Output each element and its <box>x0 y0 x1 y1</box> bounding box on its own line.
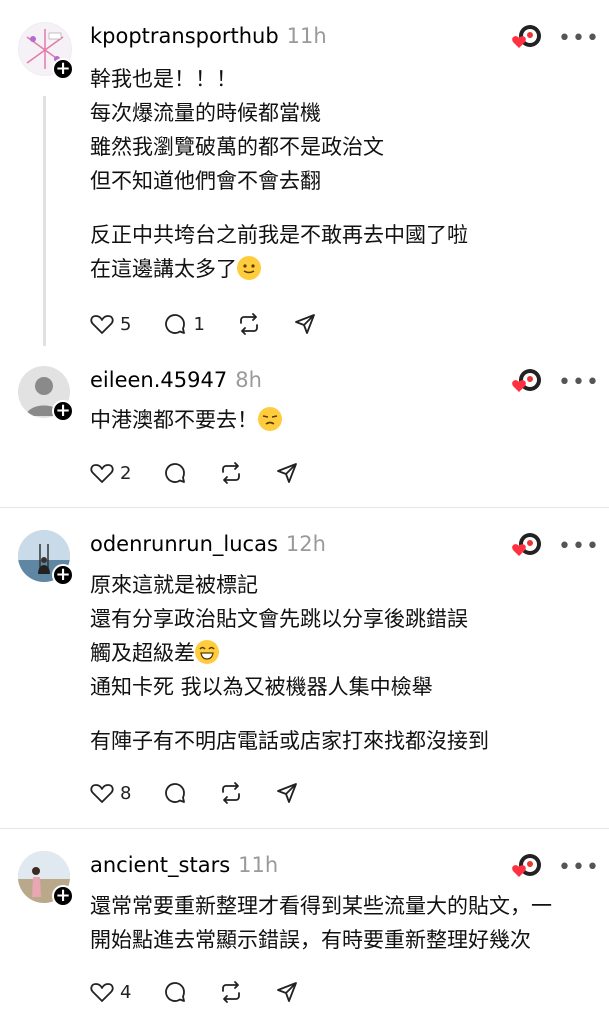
post-line-text: 觸及超級差 <box>90 641 195 665</box>
username[interactable]: ancient_stars <box>90 853 230 877</box>
reaction-icon[interactable] <box>510 366 544 396</box>
heart-icon <box>90 464 114 483</box>
share-button[interactable] <box>275 461 299 485</box>
post-eileen: + eileen.45947 8h ••• 中港澳都不要去！ 2 <box>0 350 609 506</box>
username[interactable]: kpoptransporthub <box>90 24 279 48</box>
post-odenrunrun: + odenrunrun_lucas 12h ••• 原來這就是被標記 還有分享政… <box>0 508 609 828</box>
reply-button[interactable] <box>163 781 187 805</box>
post-body: 幹我也是！！！ 每次爆流量的時候都當機 雖然我瀏覽破萬的都不是政治文 但不知道他… <box>90 62 468 286</box>
heart-icon <box>90 983 114 1002</box>
like-button[interactable]: 2 <box>90 462 131 484</box>
post-line-with-emoji: 在這邊講太多了 <box>90 252 468 286</box>
reply-button[interactable] <box>163 461 187 485</box>
post-line: 原來這就是被標記 <box>90 573 258 597</box>
post-line: 還有分享政治貼文會先跳以分享後跳錯誤 <box>90 607 468 631</box>
action-bar: 5 1 <box>90 311 349 337</box>
repost-button[interactable] <box>219 781 243 805</box>
reaction-icon[interactable] <box>510 530 544 560</box>
follow-plus-icon[interactable]: + <box>52 400 74 422</box>
post-line: 反正中共垮台之前我是不敢再去中國了啦 <box>90 223 468 247</box>
reaction-icon[interactable] <box>510 22 544 52</box>
timestamp: 11h <box>286 24 327 48</box>
post-body: 中港澳都不要去！ <box>90 403 282 437</box>
reply-count: 1 <box>193 313 205 335</box>
timestamp: 11h <box>238 853 279 877</box>
comment-icon <box>165 314 186 334</box>
more-icon[interactable]: ••• <box>558 534 600 559</box>
post-body: 原來這就是被標記 還有分享政治貼文會先跳以分享後跳錯誤 觸及超級差 通知卡死 我… <box>90 568 489 758</box>
action-bar: 8 <box>90 780 331 806</box>
like-button[interactable]: 5 <box>90 313 131 335</box>
post-header: kpoptransporthub 11h <box>90 24 327 48</box>
share-icon <box>277 463 298 483</box>
share-button[interactable] <box>293 312 317 336</box>
heart-icon <box>90 784 114 803</box>
comment-icon <box>165 783 186 803</box>
repost-button[interactable] <box>219 980 243 1004</box>
post-body: 還常常要重新整理才看得到某些流量大的貼文，一 開始點進去常顯示錯誤，有時要重新整… <box>90 889 552 957</box>
share-button[interactable] <box>275 781 299 805</box>
more-icon[interactable]: ••• <box>558 26 600 51</box>
post-header: odenrunrun_lucas 12h <box>90 532 326 556</box>
repost-icon <box>222 782 241 804</box>
post-line: 開始點進去常顯示錯誤，有時要重新整理好幾次 <box>90 928 531 952</box>
timestamp: 12h <box>285 532 326 556</box>
post-header: eileen.45947 8h <box>90 368 262 392</box>
like-button[interactable]: 8 <box>90 782 131 804</box>
follow-plus-icon[interactable]: + <box>52 564 74 586</box>
username[interactable]: eileen.45947 <box>90 368 227 392</box>
more-icon[interactable]: ••• <box>558 370 600 395</box>
grin-sweat-emoji-icon <box>195 640 219 664</box>
thread-line <box>43 96 46 346</box>
heart-icon <box>90 315 114 334</box>
sad-emoji-icon <box>258 407 282 431</box>
post-line-with-emoji: 觸及超級差 <box>90 636 489 670</box>
reaction-icon[interactable] <box>510 851 544 881</box>
repost-icon <box>222 462 241 484</box>
comment-icon <box>165 982 186 1002</box>
post-line-text: 中港澳都不要去！ <box>90 408 258 432</box>
post-line-with-emoji: 中港澳都不要去！ <box>90 403 282 437</box>
post-kpoptransporthub: + kpoptransporthub 11h ••• 幹我也是！！！ 每次爆流量的… <box>0 0 609 350</box>
like-button[interactable]: 4 <box>90 981 131 1003</box>
action-bar: 4 <box>90 979 331 1005</box>
more-icon[interactable]: ••• <box>558 855 600 880</box>
post-line: 每次爆流量的時候都當機 <box>90 101 321 125</box>
like-count: 4 <box>120 981 132 1003</box>
reply-button[interactable] <box>163 980 187 1004</box>
repost-button[interactable] <box>237 312 261 336</box>
share-button[interactable] <box>275 980 299 1004</box>
repost-button[interactable] <box>219 461 243 485</box>
follow-plus-icon[interactable]: + <box>52 58 74 80</box>
share-icon <box>295 314 315 334</box>
like-count: 5 <box>120 313 132 335</box>
post-line: 但不知道他們會不會去翻 <box>90 169 321 193</box>
action-bar: 2 <box>90 460 331 486</box>
repost-icon <box>222 981 241 1003</box>
username[interactable]: odenrunrun_lucas <box>90 532 278 556</box>
post-ancient-stars: + ancient_stars 11h ••• 還常常要重新整理才看得到某些流量大… <box>0 829 609 1024</box>
like-count: 2 <box>120 462 132 484</box>
post-line-text: 在這邊講太多了 <box>90 257 237 281</box>
post-line: 雖然我瀏覽破萬的都不是政治文 <box>90 135 384 159</box>
timestamp: 8h <box>235 368 262 392</box>
post-header: ancient_stars 11h <box>90 853 278 877</box>
share-icon <box>277 783 298 803</box>
reply-button[interactable]: 1 <box>163 312 205 336</box>
post-line: 幹我也是！！！ <box>90 67 237 91</box>
post-line: 通知卡死 我以為又被機器人集中檢舉 <box>90 675 433 699</box>
smile-emoji-icon <box>237 256 261 280</box>
follow-plus-icon[interactable]: + <box>52 885 74 907</box>
share-icon <box>277 982 298 1002</box>
post-line: 還常常要重新整理才看得到某些流量大的貼文，一 <box>90 894 552 918</box>
post-line: 有陣子有不明店電話或店家打來找都沒接到 <box>90 729 489 753</box>
like-count: 8 <box>120 782 132 804</box>
repost-icon <box>240 313 258 335</box>
comment-icon <box>165 463 186 483</box>
